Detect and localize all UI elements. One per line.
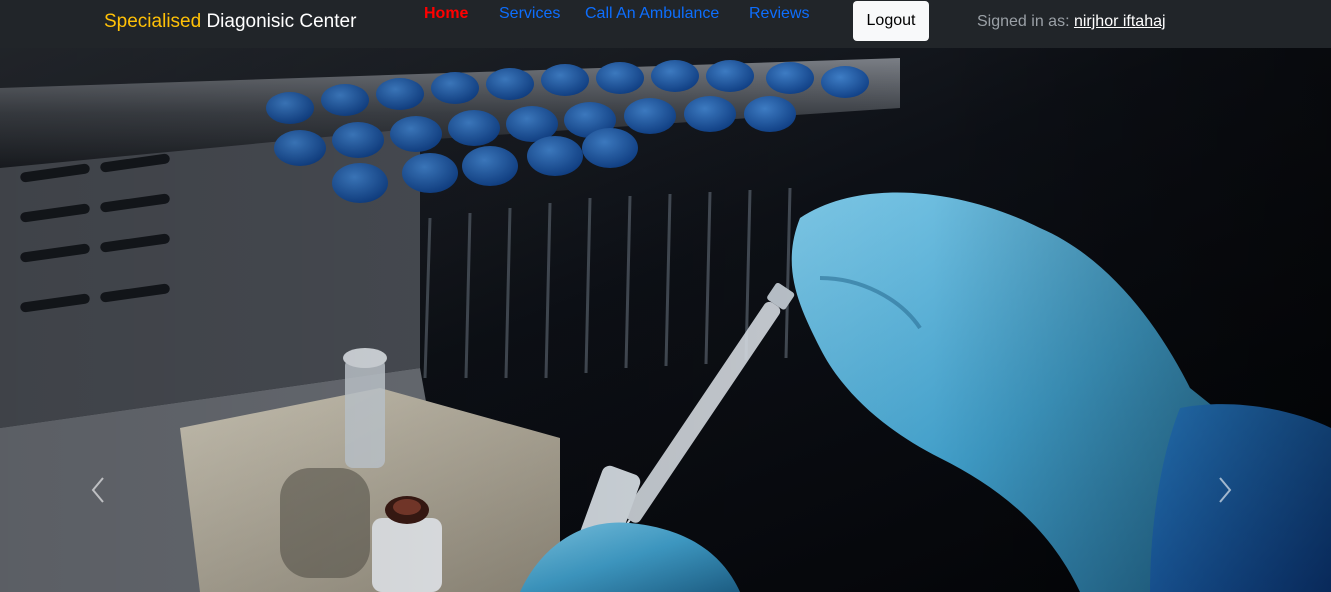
hero-carousel bbox=[0, 48, 1331, 592]
brand-accent-text: Specialised bbox=[104, 11, 202, 32]
brand-main-text: Diagonisic Center bbox=[201, 11, 357, 32]
brand-logo-text[interactable]: Specialised Diagonisic Center bbox=[104, 11, 356, 33]
carousel-prev-button[interactable] bbox=[78, 468, 118, 512]
chevron-right-icon bbox=[1219, 477, 1232, 503]
page: Specialised Diagonisic Center Home Servi… bbox=[0, 0, 1331, 592]
user-name-link[interactable]: nirjhor iftahaj bbox=[1074, 13, 1166, 30]
signed-in-label: Signed in as: bbox=[977, 13, 1074, 30]
signed-in-status: Signed in as: nirjhor iftahaj bbox=[977, 12, 1166, 32]
nav-link-call-ambulance[interactable]: Call An Ambulance bbox=[585, 4, 719, 24]
nav-link-reviews[interactable]: Reviews bbox=[749, 4, 809, 24]
logout-button[interactable]: Logout bbox=[853, 1, 929, 41]
top-navbar: Specialised Diagonisic Center Home Servi… bbox=[0, 0, 1331, 48]
nav-link-home[interactable]: Home bbox=[424, 4, 468, 24]
nav-link-services[interactable]: Services bbox=[499, 4, 560, 24]
carousel-next-button[interactable] bbox=[1205, 468, 1245, 512]
carousel-slide-image bbox=[0, 48, 1331, 592]
chevron-left-icon bbox=[91, 477, 104, 503]
